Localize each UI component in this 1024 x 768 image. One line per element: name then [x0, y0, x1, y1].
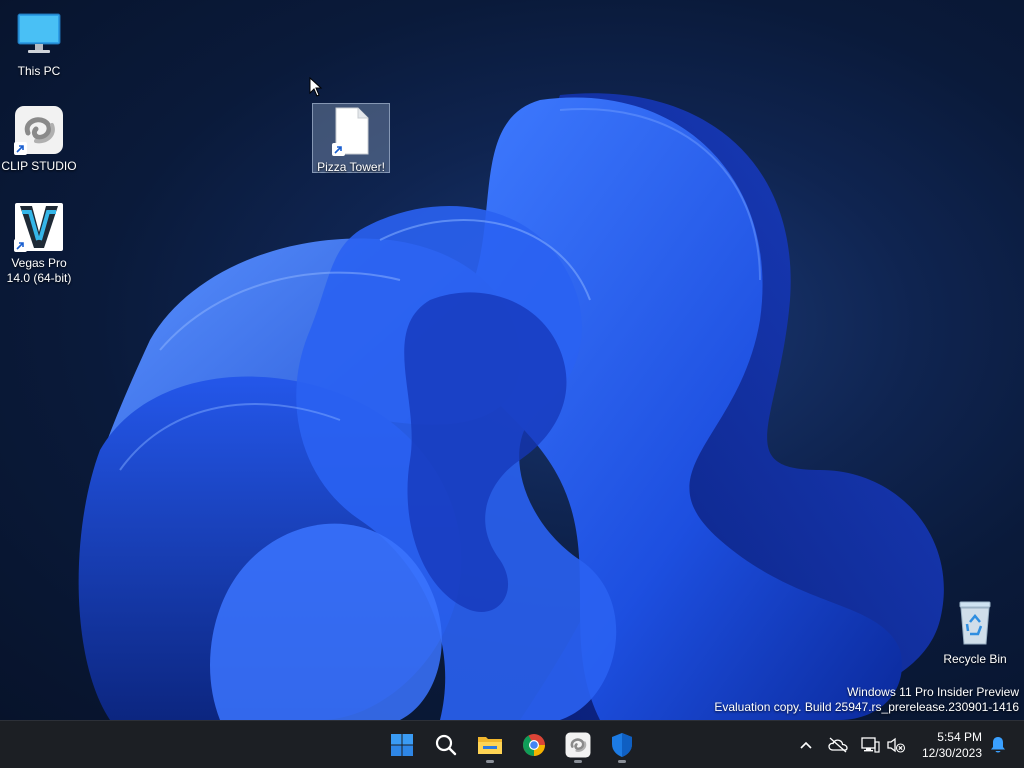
file-explorer-button[interactable] — [471, 726, 509, 764]
windows-logo-icon — [391, 734, 413, 756]
desktop-icon-label: Recycle Bin — [943, 652, 1007, 666]
desktop-icon-this-pc[interactable]: This PC — [0, 8, 78, 79]
running-indicator — [618, 760, 626, 763]
clip-studio-button[interactable] — [559, 726, 597, 764]
network-icon — [861, 737, 880, 753]
clip-studio-icon — [565, 732, 591, 758]
build-watermark: Windows 11 Pro Insider Preview Evaluatio… — [714, 685, 1019, 715]
desktop-icon-vegas-pro[interactable]: Vegas Pro 14.0 (64-bit) — [0, 200, 78, 286]
network-tray-button[interactable] — [858, 733, 882, 757]
chrome-icon — [523, 734, 545, 756]
wallpaper-bloom — [78, 93, 944, 720]
watermark-build: Evaluation copy. Build 25947.rs_prerelea… — [714, 700, 1019, 714]
desktop-icon-clip-studio[interactable]: CLIP STUDIO — [0, 103, 78, 174]
desktop-icon-label: Pizza Tower! — [317, 160, 385, 174]
folder-icon — [478, 737, 502, 754]
shortcut-arrow-icon — [14, 142, 27, 155]
desktop-icon-label: This PC — [17, 64, 61, 78]
show-hidden-icons-button[interactable] — [794, 733, 818, 757]
running-indicator — [574, 760, 582, 763]
desktop-icon-recycle-bin[interactable]: Recycle Bin — [936, 596, 1014, 667]
clock-date: 12/30/2023 — [921, 746, 982, 760]
volume-muted-icon — [887, 737, 906, 753]
mouse-cursor-icon — [309, 77, 323, 97]
file-icon — [326, 106, 376, 156]
desktop-icon-label: CLIP STUDIO — [1, 159, 77, 173]
running-indicator — [486, 760, 494, 763]
watermark-edition: Windows 11 Pro Insider Preview — [847, 685, 1019, 699]
clock-time: 5:54 PM — [937, 730, 982, 744]
clock-button[interactable]: 5:54 PM 12/30/2023 — [922, 729, 982, 761]
desktop[interactable]: This PC CLIP STUDIO Vegas Pro 14.0 (64-b… — [0, 0, 1024, 720]
desktop-icon-pizza-tower[interactable]: Pizza Tower! — [312, 103, 390, 174]
chrome-button[interactable] — [515, 726, 553, 764]
volume-tray-button[interactable] — [884, 733, 908, 757]
shield-icon — [612, 733, 632, 757]
clip-studio-icon — [14, 105, 64, 155]
search-button[interactable] — [427, 726, 465, 764]
shortcut-arrow-icon — [14, 239, 27, 252]
notifications-button[interactable] — [986, 733, 1010, 757]
monitor-icon — [14, 10, 64, 60]
vegas-pro-icon — [14, 202, 64, 252]
bell-icon — [991, 737, 1005, 753]
chevron-up-icon — [800, 741, 812, 749]
recycle-bin-icon — [950, 598, 1000, 648]
search-icon — [435, 734, 457, 756]
taskbar: 5:54 PM 12/30/2023 — [0, 720, 1024, 768]
shortcut-arrow-icon — [332, 143, 345, 156]
start-button[interactable] — [383, 726, 421, 764]
onedrive-tray-button[interactable] — [826, 733, 850, 757]
windows-security-button[interactable] — [603, 726, 641, 764]
desktop-icon-label: Vegas Pro 14.0 (64-bit) — [6, 256, 72, 285]
cloud-off-icon — [828, 737, 848, 753]
